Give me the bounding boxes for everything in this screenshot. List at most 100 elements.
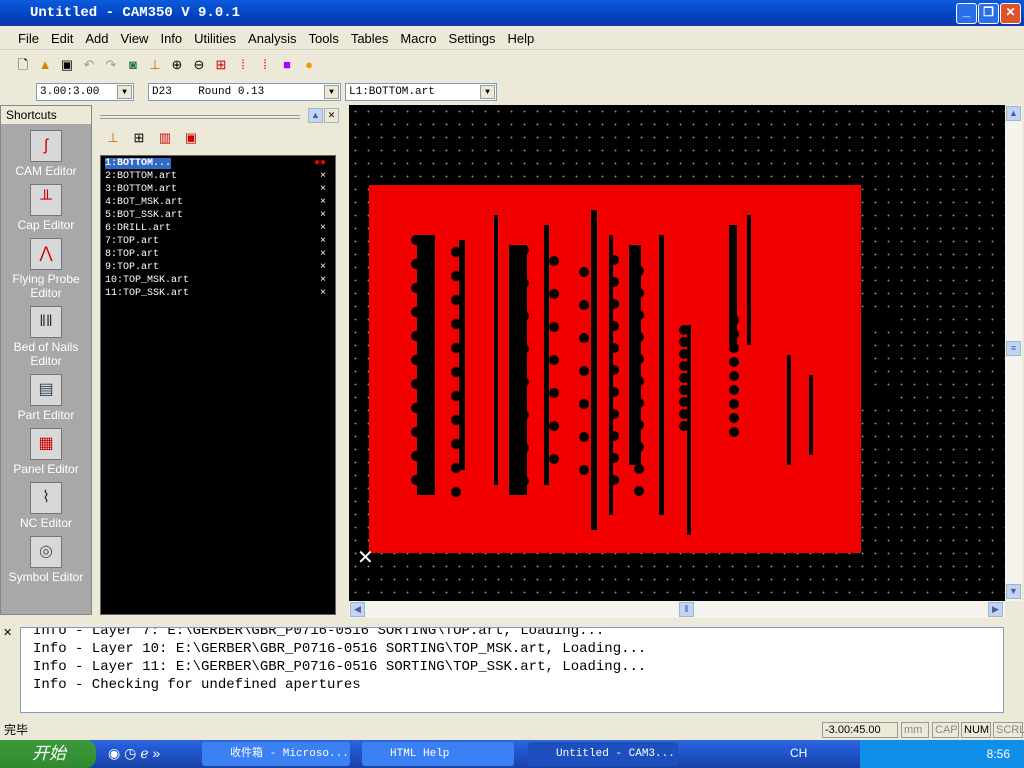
chevron-down-icon[interactable]: ▼ — [324, 85, 339, 99]
panel-grip[interactable] — [100, 115, 300, 119]
layer-hidden-icon[interactable]: × — [320, 222, 326, 235]
scroll-right-button[interactable]: ▶ — [988, 602, 1003, 617]
scroll-up-button[interactable]: ▲ — [1006, 106, 1021, 121]
pcb-pad — [729, 385, 739, 395]
taskbar: 开始 ◉ ◷ ℯ » 收件箱 - Microso... HTML Help Un… — [0, 740, 1024, 768]
shortcut-bed-of-nails-editor[interactable]: ‖‖ Bed of Nails Editor — [1, 306, 91, 368]
layer-item[interactable]: 3:BOTTOM.art × — [101, 183, 335, 196]
color-icon[interactable]: ■ — [278, 56, 296, 74]
menu-bar: File Edit Add View Info Utilities Analys… — [0, 27, 1024, 50]
horizontal-scrollbar[interactable]: ◀ ⦀ ▶ — [349, 601, 1005, 618]
grid-snap-icon[interactable]: ⁞ — [234, 56, 252, 74]
minimize-button[interactable]: _ — [956, 3, 977, 24]
grid-icon[interactable]: ⁞ — [256, 56, 274, 74]
layer-item[interactable]: 11:TOP_SSK.art × — [101, 287, 335, 300]
layer-hidden-icon[interactable]: × — [320, 261, 326, 274]
layer-item[interactable]: 5:BOT_SSK.art × — [101, 209, 335, 222]
pcb-pad — [679, 361, 689, 371]
shortcut-part-editor[interactable]: ▤ Part Editor — [1, 374, 91, 422]
layer-hidden-icon[interactable]: × — [320, 170, 326, 183]
undo-icon[interactable]: ↶ — [80, 56, 98, 74]
scroll-down-button[interactable]: ▼ — [1006, 584, 1021, 599]
shortcut-symbol-editor[interactable]: ◎ Symbol Editor — [1, 536, 91, 584]
close-button[interactable]: ✕ — [1000, 3, 1021, 24]
layer-item[interactable]: 2:BOTTOM.art × — [101, 170, 335, 183]
layer-hidden-icon[interactable]: × — [320, 235, 326, 248]
new-icon[interactable]: 🗋 — [14, 56, 32, 74]
chevron-down-icon[interactable]: ▼ — [117, 85, 132, 99]
zoom-out-icon[interactable]: ⊖ — [190, 56, 208, 74]
menu-help[interactable]: Help — [508, 31, 535, 46]
chevron-down-icon[interactable]: ▼ — [480, 85, 495, 99]
grid-select[interactable]: 3.00:3.00 ▼ — [36, 83, 134, 101]
pcb-pad — [679, 373, 689, 383]
menu-utilities[interactable]: Utilities — [194, 31, 236, 46]
layer-hidden-icon[interactable]: × — [320, 274, 326, 287]
clear-layer-icon[interactable]: ⊥ — [104, 129, 122, 147]
shortcut-nc-editor[interactable]: ⌇ NC Editor — [1, 482, 91, 530]
layer-item[interactable]: 7:TOP.art × — [101, 235, 335, 248]
shortcut-cam-editor[interactable]: ʃ CAM Editor — [1, 130, 91, 178]
scroll-thumb[interactable]: ≡ — [1006, 341, 1021, 356]
pcb-pad — [451, 415, 461, 425]
menu-tools[interactable]: Tools — [308, 31, 338, 46]
menu-view[interactable]: View — [121, 31, 149, 46]
start-button[interactable]: 开始 — [0, 740, 96, 768]
language-indicator[interactable]: CH — [790, 746, 807, 760]
menu-edit[interactable]: Edit — [51, 31, 73, 46]
task-mail[interactable]: 收件箱 - Microso... — [202, 742, 350, 766]
panel-collapse-button[interactable]: ▲ — [308, 108, 323, 123]
net-icon[interactable]: ● — [300, 56, 318, 74]
menu-info[interactable]: Info — [160, 31, 182, 46]
layer-item[interactable]: 4:BOT_MSK.art × — [101, 196, 335, 209]
layer-hidden-icon[interactable]: × — [320, 196, 326, 209]
layer-hidden-icon[interactable]: × — [320, 287, 326, 300]
layer-item[interactable]: 8:TOP.art × — [101, 248, 335, 261]
shortcut-cap-editor[interactable]: ╨ Cap Editor — [1, 184, 91, 232]
clear-icon[interactable]: ⊥ — [146, 56, 164, 74]
vertical-scrollbar[interactable]: ▲ ≡ ▼ — [1005, 105, 1022, 601]
zoom-in-icon[interactable]: ⊕ — [168, 56, 186, 74]
menu-analysis[interactable]: Analysis — [248, 31, 296, 46]
layer-add-icon[interactable]: ⊞ — [212, 56, 230, 74]
redraw-icon[interactable]: ◙ — [124, 56, 142, 74]
unit-indicator: mm — [901, 722, 929, 738]
aperture-select[interactable]: D23 Round 0.13 ▼ — [148, 83, 341, 101]
scroll-left-button[interactable]: ◀ — [350, 602, 365, 617]
add-layer-icon[interactable]: ⊞ — [130, 129, 148, 147]
menu-settings[interactable]: Settings — [449, 31, 496, 46]
quick-launch-icons[interactable]: ◉ ◷ ℯ » — [108, 745, 160, 762]
shortcut-flying-probe-editor[interactable]: ⋀ Flying Probe Editor — [1, 238, 91, 300]
panel-close-button[interactable]: ✕ — [324, 108, 339, 123]
layer-hidden-icon[interactable]: × — [320, 248, 326, 261]
menu-macro[interactable]: Macro — [400, 31, 436, 46]
layer-item[interactable]: 9:TOP.art × — [101, 261, 335, 274]
task-cam350[interactable]: Untitled - CAM3... — [528, 742, 678, 766]
layer-delete-icon[interactable]: ▣ — [182, 129, 200, 147]
pcb-canvas[interactable]: ✕ — [349, 105, 1005, 601]
layer-color-icon[interactable]: ●● — [314, 157, 326, 170]
pcb-pad — [549, 421, 559, 431]
layer-hidden-icon[interactable]: × — [320, 183, 326, 196]
layer-item[interactable]: 6:DRILL.art × — [101, 222, 335, 235]
layer-hidden-icon[interactable]: × — [320, 209, 326, 222]
menu-file[interactable]: File — [18, 31, 39, 46]
log-close-icon[interactable]: ✕ — [3, 626, 12, 639]
pcb-pad — [609, 255, 619, 265]
pcb-pad — [679, 409, 689, 419]
shortcut-label: Flying Probe Editor — [12, 272, 80, 300]
layer-list: 1:BOTTOM... ●● 2:BOTTOM.art × 3:BOTTOM.art × 4… — [100, 155, 336, 615]
scroll-thumb[interactable]: ⦀ — [679, 602, 694, 617]
task-html-help[interactable]: HTML Help — [362, 742, 514, 766]
open-icon[interactable]: ▲ — [36, 56, 54, 74]
save-icon[interactable]: ▣ — [58, 56, 76, 74]
layer-item[interactable]: 10:TOP_MSK.art × — [101, 274, 335, 287]
restore-button[interactable]: ❐ — [978, 3, 999, 24]
menu-tables[interactable]: Tables — [351, 31, 389, 46]
layer-info-icon[interactable]: ▥ — [156, 129, 174, 147]
shortcut-panel-editor[interactable]: ▦ Panel Editor — [1, 428, 91, 476]
menu-add[interactable]: Add — [85, 31, 108, 46]
layer-item[interactable]: 1:BOTTOM... ●● — [101, 157, 335, 170]
redo-icon[interactable]: ↷ — [102, 56, 120, 74]
layer-select[interactable]: L1:BOTTOM.art ▼ — [345, 83, 497, 101]
